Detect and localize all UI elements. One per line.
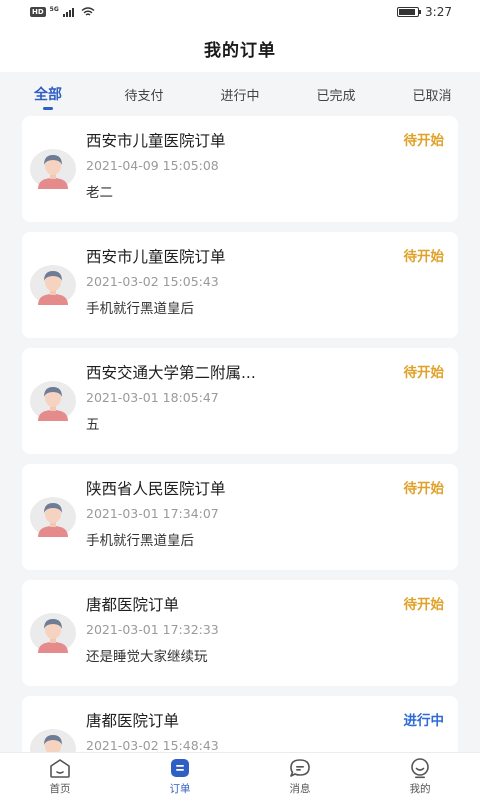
message-icon [288, 757, 312, 779]
status-bar: HD 5G 3:27 [0, 0, 480, 24]
order-tabs: 全部 待支付 进行中 已完成 已取消 [0, 72, 480, 116]
patient-name: 手机就行黑道皇后 [86, 533, 194, 549]
bottom-nav: 首页 订单 消息 我的 [0, 752, 480, 800]
card-body: 西安市儿童医院订单 2021-03-02 15:05:43 手机就行黑道皇后 [86, 246, 458, 318]
order-title: 西安交通大学第二附属... [86, 364, 256, 382]
card-body: 唐都医院订单 2021-03-01 17:32:33 还是睡觉大家继续玩 [86, 594, 458, 666]
avatar [30, 265, 76, 305]
home-icon [48, 757, 72, 779]
battery-level-fill [399, 9, 416, 15]
order-time: 2021-03-02 15:48:43 [86, 738, 219, 752]
patient-name: 五 [86, 417, 100, 433]
avatar [30, 381, 76, 421]
avatar [30, 497, 76, 537]
order-card[interactable]: 唐都医院订单 2021-03-02 15:48:43 进行中 [22, 696, 458, 752]
status-time: 3:27 [425, 5, 452, 19]
order-title: 唐都医院订单 [86, 712, 180, 730]
order-card[interactable]: 唐都医院订单 2021-03-01 17:32:33 还是睡觉大家继续玩 待开始 [22, 580, 458, 686]
status-bar-right: 3:27 [397, 5, 452, 19]
order-title: 西安市儿童医院订单 [86, 248, 226, 266]
patient-name: 还是睡觉大家继续玩 [86, 649, 208, 665]
order-title: 西安市儿童医院订单 [86, 132, 226, 150]
order-status: 待开始 [403, 365, 445, 381]
tab-pending-payment[interactable]: 待支付 [96, 72, 192, 116]
tab-label: 进行中 [220, 88, 260, 104]
signal-icon [62, 8, 74, 17]
card-body: 陕西省人民医院订单 2021-03-01 17:34:07 手机就行黑道皇后 [86, 478, 458, 550]
tab-active-indicator [43, 107, 53, 110]
tab-label: 全部 [34, 87, 62, 103]
card-body: 西安交通大学第二附属... 2021-03-01 18:05:47 五 [86, 362, 458, 434]
nav-orders[interactable]: 订单 [120, 753, 240, 800]
patient-name: 手机就行黑道皇后 [86, 301, 194, 317]
nav-label: 我的 [409, 783, 431, 795]
network-type: 5G [49, 5, 59, 13]
nav-label: 首页 [49, 783, 71, 795]
nav-home[interactable]: 首页 [0, 753, 120, 800]
tab-all[interactable]: 全部 [0, 72, 96, 116]
order-status: 待开始 [403, 481, 445, 497]
tab-label: 已取消 [412, 88, 452, 104]
order-card[interactable]: 西安市儿童医院订单 2021-04-09 15:05:08 老二 待开始 [22, 116, 458, 222]
card-body: 唐都医院订单 2021-03-02 15:48:43 [86, 710, 458, 752]
order-status: 待开始 [403, 249, 445, 265]
order-card[interactable]: 西安交通大学第二附属... 2021-03-01 18:05:47 五 待开始 [22, 348, 458, 454]
nav-label: 订单 [169, 783, 191, 795]
order-time: 2021-04-09 15:05:08 [86, 158, 219, 173]
patient-name: 老二 [86, 185, 113, 201]
tab-in-progress[interactable]: 进行中 [192, 72, 288, 116]
app-root: HD 5G 3:27 我的订单 全部 待支付 进行中 已完成 已取消 西安市儿童… [0, 0, 480, 800]
profile-icon [408, 757, 432, 779]
avatar [30, 149, 76, 189]
page-title: 我的订单 [204, 40, 276, 61]
tab-label: 已完成 [316, 88, 356, 104]
tab-completed[interactable]: 已完成 [288, 72, 384, 116]
order-status: 待开始 [403, 597, 445, 613]
nav-label: 消息 [289, 783, 311, 795]
order-status: 待开始 [403, 133, 445, 149]
avatar [30, 613, 76, 653]
hd-badge: HD [30, 7, 46, 17]
avatar [30, 729, 76, 752]
order-card[interactable]: 西安市儿童医院订单 2021-03-02 15:05:43 手机就行黑道皇后 待… [22, 232, 458, 338]
nav-profile[interactable]: 我的 [360, 753, 480, 800]
order-time: 2021-03-01 18:05:47 [86, 390, 219, 405]
order-card[interactable]: 陕西省人民医院订单 2021-03-01 17:34:07 手机就行黑道皇后 待… [22, 464, 458, 570]
tab-label: 待支付 [124, 88, 164, 104]
order-time: 2021-03-01 17:32:33 [86, 622, 219, 637]
order-list[interactable]: 西安市儿童医院订单 2021-04-09 15:05:08 老二 待开始 西安市… [0, 116, 480, 752]
order-status: 进行中 [403, 713, 445, 729]
nav-messages[interactable]: 消息 [240, 753, 360, 800]
order-icon [168, 757, 192, 779]
order-time: 2021-03-01 17:34:07 [86, 506, 219, 521]
order-title: 陕西省人民医院订单 [86, 480, 226, 498]
battery-icon [397, 7, 422, 17]
tab-cancelled[interactable]: 已取消 [384, 72, 480, 116]
order-title: 唐都医院订单 [86, 596, 180, 614]
wifi-icon [81, 7, 95, 16]
status-bar-left: HD 5G [30, 5, 95, 17]
page-header: 我的订单 [0, 24, 480, 72]
order-time: 2021-03-02 15:05:43 [86, 274, 219, 289]
card-body: 西安市儿童医院订单 2021-04-09 15:05:08 老二 [86, 130, 458, 202]
